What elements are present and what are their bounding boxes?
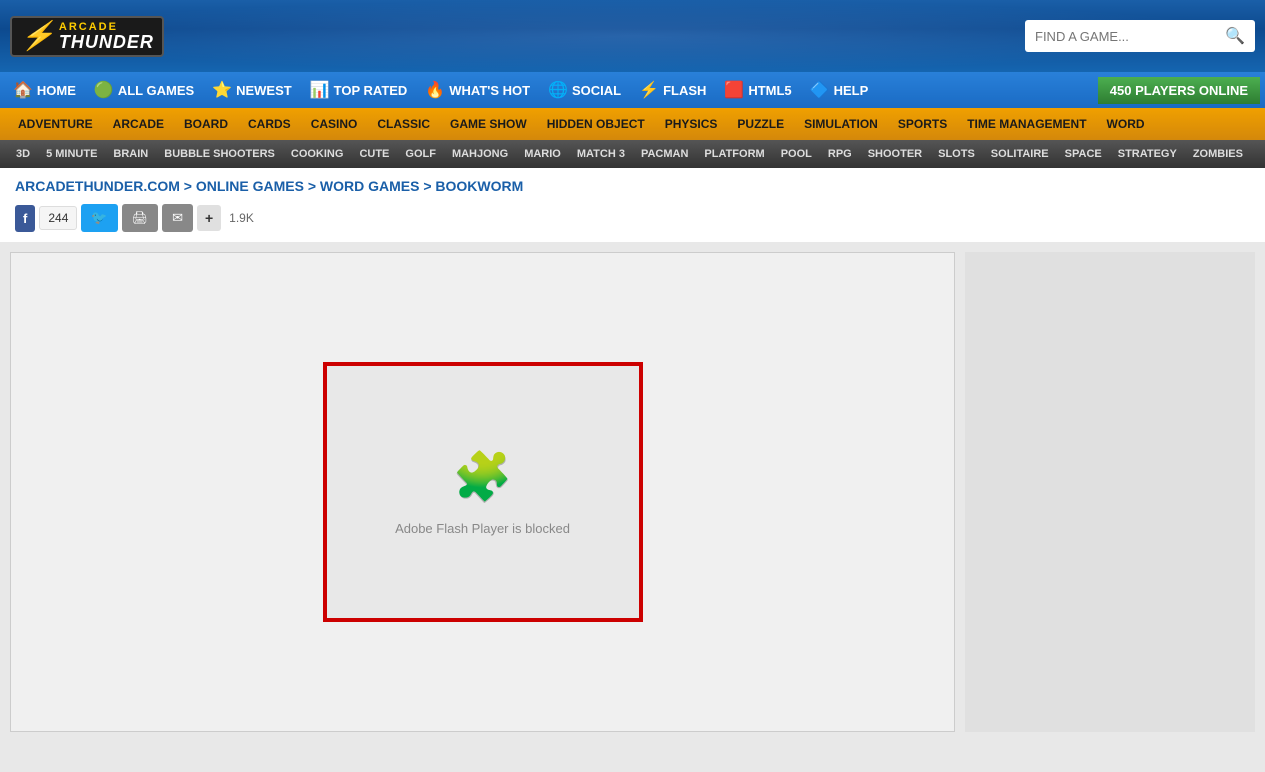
logo-thunder-label: THUNDER xyxy=(59,33,154,51)
puzzle-icon: 🧩 xyxy=(453,448,513,505)
main-content: 🧩 Adobe Flash Player is blocked xyxy=(0,242,1265,742)
right-sidebar xyxy=(965,252,1255,732)
game-container: 🧩 Adobe Flash Player is blocked xyxy=(323,362,643,622)
nav-html5-label: HTML5 xyxy=(748,83,791,98)
search-area: 🔍 xyxy=(1025,20,1255,52)
sub-strategy[interactable]: STRATEGY xyxy=(1110,144,1185,164)
cat-hidden-object[interactable]: HIDDEN OBJECT xyxy=(537,111,655,137)
sub-nav: 3D 5 MINUTE BRAIN BUBBLE SHOOTERS COOKIN… xyxy=(0,140,1265,168)
nav-newest-label: NEWEST xyxy=(236,83,292,98)
help-icon: 🔷 xyxy=(810,80,830,100)
sub-3d[interactable]: 3D xyxy=(8,144,38,164)
share-count: 1.9K xyxy=(225,207,258,229)
sub-match3[interactable]: MATCH 3 xyxy=(569,144,633,164)
cat-casino[interactable]: CASINO xyxy=(301,111,368,137)
nav-top-rated[interactable]: 📊 TOP RATED xyxy=(302,74,416,106)
nav-bar: 🏠 HOME 🟢 ALL GAMES ⭐ NEWEST 📊 TOP RATED … xyxy=(0,72,1265,108)
header: ⚡ ARCADE THUNDER 🔍 xyxy=(0,0,1265,72)
sub-shooter[interactable]: SHOOTER xyxy=(860,144,930,164)
cat-board[interactable]: BOARD xyxy=(174,111,238,137)
sub-cooking[interactable]: COOKING xyxy=(283,144,352,164)
sub-space[interactable]: SPACE xyxy=(1057,144,1110,164)
category-nav: ADVENTURE ARCADE BOARD CARDS CASINO CLAS… xyxy=(0,108,1265,140)
cat-time-management[interactable]: TIME MANAGEMENT xyxy=(957,111,1096,137)
cat-sports[interactable]: SPORTS xyxy=(888,111,957,137)
home-icon: 🏠 xyxy=(13,80,33,100)
facebook-button[interactable]: f xyxy=(15,205,35,232)
sub-rpg[interactable]: RPG xyxy=(820,144,860,164)
logo-text: ARCADE THUNDER xyxy=(59,22,154,51)
sub-mahjong[interactable]: MAHJONG xyxy=(444,144,516,164)
whats-hot-icon: 🔥 xyxy=(425,80,445,100)
players-online: 450 PLAYERS ONLINE xyxy=(1098,77,1260,104)
nav-html5[interactable]: 🟥 HTML5 xyxy=(716,74,799,106)
nav-help[interactable]: 🔷 HELP xyxy=(802,74,877,106)
cat-physics[interactable]: PHYSICS xyxy=(655,111,728,137)
sub-cute[interactable]: CUTE xyxy=(351,144,397,164)
cat-puzzle[interactable]: PUZZLE xyxy=(727,111,794,137)
newest-icon: ⭐ xyxy=(212,80,232,100)
sub-pool[interactable]: POOL xyxy=(773,144,820,164)
nav-all-games-label: ALL GAMES xyxy=(118,83,194,98)
social-icon: 🌐 xyxy=(548,80,568,100)
social-bar: f 244 🐦 🖨 ✉ + 1.9K xyxy=(0,200,1265,242)
all-games-icon: 🟢 xyxy=(94,80,114,100)
sub-zombies[interactable]: ZOMBIES xyxy=(1185,144,1251,164)
sub-platform[interactable]: PLATFORM xyxy=(696,144,772,164)
search-input[interactable] xyxy=(1035,29,1225,44)
cat-arcade[interactable]: ARCADE xyxy=(103,111,174,137)
nav-flash[interactable]: ⚡ FLASH xyxy=(631,74,714,106)
logo[interactable]: ⚡ ARCADE THUNDER xyxy=(10,16,164,57)
logo-bolt-icon: ⚡ xyxy=(20,22,55,50)
plus-button[interactable]: + xyxy=(197,205,221,231)
nav-top-rated-label: TOP RATED xyxy=(334,83,408,98)
sub-pacman[interactable]: PACMAN xyxy=(633,144,696,164)
nav-flash-label: FLASH xyxy=(663,83,706,98)
nav-all-games[interactable]: 🟢 ALL GAMES xyxy=(86,74,202,106)
search-icon: 🔍 xyxy=(1225,26,1245,46)
sub-5-minute[interactable]: 5 MINUTE xyxy=(38,144,105,164)
sub-slots[interactable]: SLOTS xyxy=(930,144,983,164)
nav-help-label: HELP xyxy=(834,83,869,98)
sub-mario[interactable]: MARIO xyxy=(516,144,569,164)
top-rated-icon: 📊 xyxy=(310,80,330,100)
search-box[interactable]: 🔍 xyxy=(1025,20,1255,52)
nav-home[interactable]: 🏠 HOME xyxy=(5,74,84,106)
flash-blocked-message: Adobe Flash Player is blocked xyxy=(395,521,570,536)
cat-word[interactable]: WORD xyxy=(1097,111,1155,137)
sub-golf[interactable]: GOLF xyxy=(397,144,444,164)
sub-bubble-shooters[interactable]: BUBBLE SHOOTERS xyxy=(156,144,283,164)
sub-solitaire[interactable]: SOLITAIRE xyxy=(983,144,1057,164)
print-button[interactable]: 🖨 xyxy=(122,204,159,232)
email-button[interactable]: ✉ xyxy=(162,204,193,232)
cat-game-show[interactable]: GAME SHOW xyxy=(440,111,537,137)
flash-icon: ⚡ xyxy=(639,80,659,100)
game-area: 🧩 Adobe Flash Player is blocked xyxy=(10,252,955,732)
nav-newest[interactable]: ⭐ NEWEST xyxy=(204,74,300,106)
nav-home-label: HOME xyxy=(37,83,76,98)
cat-simulation[interactable]: SIMULATION xyxy=(794,111,888,137)
breadcrumb[interactable]: ARCADETHUNDER.COM > ONLINE GAMES > WORD … xyxy=(15,178,1250,194)
breadcrumb-area: ARCADETHUNDER.COM > ONLINE GAMES > WORD … xyxy=(0,168,1265,200)
logo-area: ⚡ ARCADE THUNDER xyxy=(10,16,164,57)
cat-classic[interactable]: CLASSIC xyxy=(367,111,440,137)
twitter-button[interactable]: 🐦 xyxy=(81,204,117,232)
nav-social[interactable]: 🌐 SOCIAL xyxy=(540,74,629,106)
facebook-count: 244 xyxy=(39,206,77,230)
logo-arcade-label: ARCADE xyxy=(59,22,154,33)
cat-cards[interactable]: CARDS xyxy=(238,111,301,137)
nav-social-label: SOCIAL xyxy=(572,83,621,98)
nav-whats-hot-label: WHAT'S HOT xyxy=(449,83,530,98)
html5-icon: 🟥 xyxy=(724,80,744,100)
sub-brain[interactable]: BRAIN xyxy=(105,144,156,164)
cat-adventure[interactable]: ADVENTURE xyxy=(8,111,103,137)
nav-whats-hot[interactable]: 🔥 WHAT'S HOT xyxy=(417,74,538,106)
